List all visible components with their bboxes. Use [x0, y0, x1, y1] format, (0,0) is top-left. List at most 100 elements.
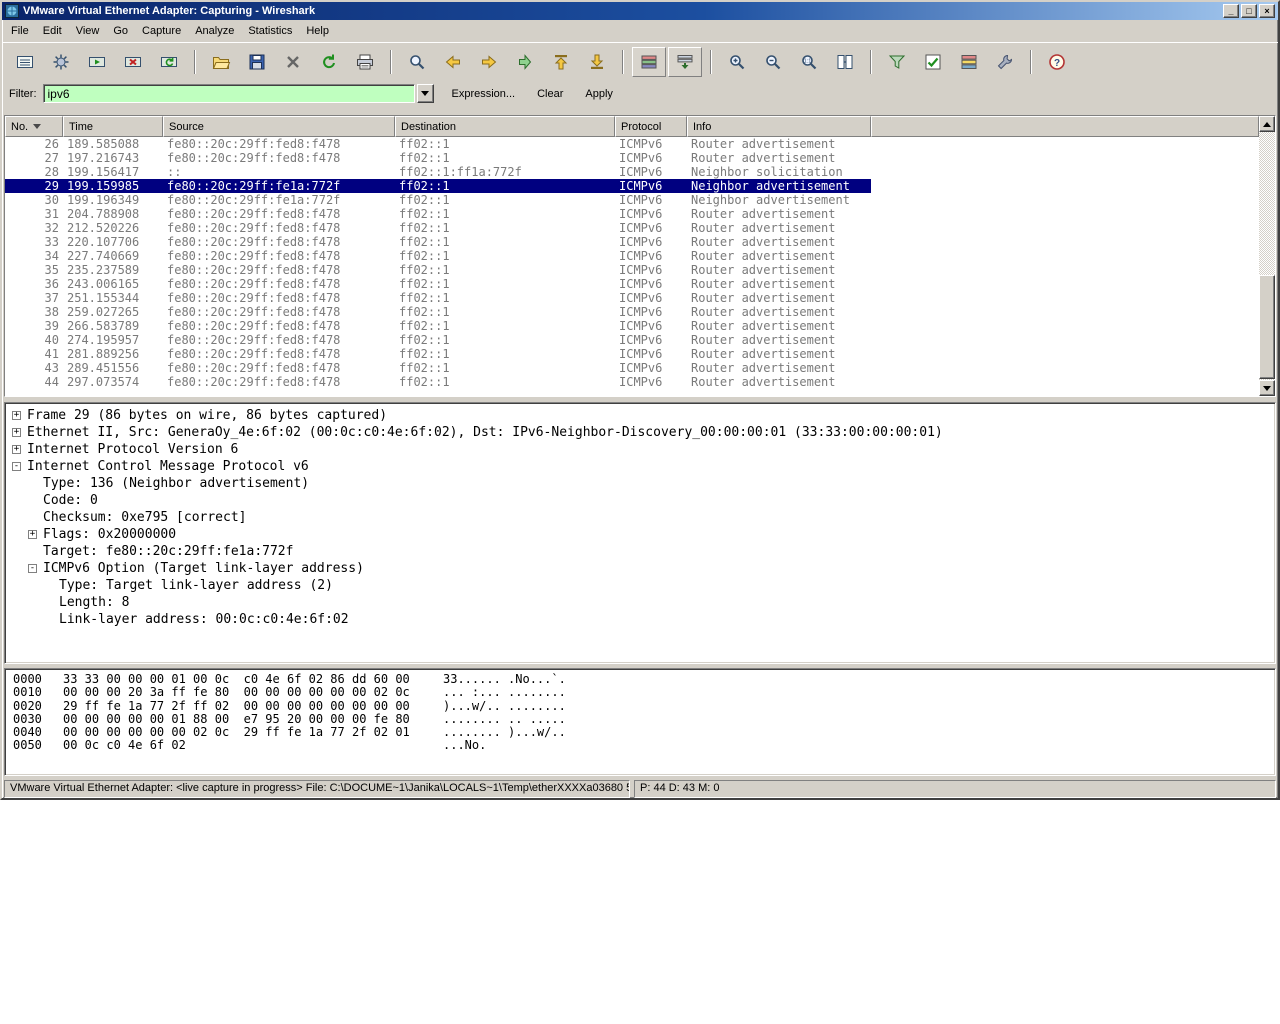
print-icon[interactable]	[348, 47, 382, 77]
detail-line[interactable]: Link-layer address: 00:0c:c0:4e:6f:02	[7, 611, 1273, 628]
detail-line[interactable]: -ICMPv6 Option (Target link-layer addres…	[7, 560, 1273, 577]
packet-row[interactable]: 41281.889256fe80::20c:29ff:fed8:f478ff02…	[5, 347, 871, 361]
goto-top-icon[interactable]	[544, 47, 578, 77]
display-filter-icon[interactable]	[916, 47, 950, 77]
scroll-down-button[interactable]	[1259, 380, 1275, 396]
packet-list-scrollbar[interactable]	[1259, 116, 1275, 396]
detail-line[interactable]: +Flags: 0x20000000	[7, 526, 1273, 543]
filter-input[interactable]	[43, 84, 415, 103]
detail-line[interactable]: +Ethernet II, Src: GeneraOy_4e:6f:02 (00…	[7, 424, 1273, 441]
packet-row[interactable]: 28199.156417::ff02::1:ff1a:772fICMPv6Nei…	[5, 165, 871, 179]
packet-row[interactable]: 40274.195957fe80::20c:29ff:fed8:f478ff02…	[5, 333, 871, 347]
column-header-info[interactable]: Info	[687, 116, 871, 137]
expand-icon[interactable]: +	[28, 530, 37, 539]
stop-capture-icon[interactable]	[116, 47, 150, 77]
packet-row[interactable]: 44297.073574fe80::20c:29ff:fed8:f478ff02…	[5, 375, 871, 389]
expand-icon[interactable]: +	[12, 445, 21, 454]
packet-row[interactable]: 34227.740669fe80::20c:29ff:fed8:f478ff02…	[5, 249, 871, 263]
detail-line[interactable]: +Internet Protocol Version 6	[7, 441, 1273, 458]
expand-icon[interactable]: +	[12, 428, 21, 437]
colorize-toggle[interactable]	[632, 47, 666, 77]
column-header-time[interactable]: Time	[63, 116, 163, 137]
menu-item-analyze[interactable]: Analyze	[188, 22, 241, 40]
hex-line[interactable]: 001000 00 00 20 3a ff fe 80 00 00 00 00 …	[13, 686, 1267, 699]
interfaces-icon[interactable]	[8, 47, 42, 77]
detail-line[interactable]: Length: 8	[7, 594, 1273, 611]
scroll-track[interactable]	[1259, 132, 1275, 380]
filter-dropdown-button[interactable]	[417, 84, 434, 103]
packet-row[interactable]: 35235.237589fe80::20c:29ff:fed8:f478ff02…	[5, 263, 871, 277]
menu-item-help[interactable]: Help	[299, 22, 336, 40]
packet-cell-source: fe80::20c:29ff:fed8:f478	[163, 319, 395, 333]
packet-row[interactable]: 30199.196349fe80::20c:29ff:fe1a:772fff02…	[5, 193, 871, 207]
minimize-button[interactable]: _	[1223, 4, 1239, 18]
menu-item-file[interactable]: File	[4, 22, 36, 40]
packet-row[interactable]: 27197.216743fe80::20c:29ff:fed8:f478ff02…	[5, 151, 871, 165]
save-as-icon[interactable]	[240, 47, 274, 77]
packet-row[interactable]: 32212.520226fe80::20c:29ff:fed8:f478ff02…	[5, 221, 871, 235]
column-header-source[interactable]: Source	[163, 116, 395, 137]
preferences-icon[interactable]	[988, 47, 1022, 77]
capture-options-icon[interactable]	[44, 47, 78, 77]
capture-filter-icon[interactable]	[880, 47, 914, 77]
packet-row[interactable]: 33220.107706fe80::20c:29ff:fed8:f478ff02…	[5, 235, 871, 249]
column-header-destination[interactable]: Destination	[395, 116, 615, 137]
goto-packet-icon[interactable]	[508, 47, 542, 77]
autoscroll-toggle[interactable]	[668, 47, 702, 77]
collapse-icon[interactable]: -	[12, 462, 21, 471]
scroll-thumb[interactable]	[1259, 275, 1275, 379]
close-capture-icon[interactable]	[276, 47, 310, 77]
restore-button[interactable]: □	[1241, 4, 1257, 18]
expression-button[interactable]: Expression...	[448, 86, 520, 102]
open-icon[interactable]	[204, 47, 238, 77]
scroll-up-button[interactable]	[1259, 116, 1275, 132]
packet-row[interactable]: 43289.451556fe80::20c:29ff:fed8:f478ff02…	[5, 361, 871, 375]
collapse-icon[interactable]: -	[28, 564, 37, 573]
zoom-out-icon[interactable]	[756, 47, 790, 77]
packet-row[interactable]: 29199.159985fe80::20c:29ff:fe1a:772fff02…	[5, 179, 871, 193]
goto-bottom-icon[interactable]	[580, 47, 614, 77]
menu-item-statistics[interactable]: Statistics	[241, 22, 299, 40]
detail-line[interactable]: +Frame 29 (86 bytes on wire, 86 bytes ca…	[7, 407, 1273, 424]
restart-capture-icon[interactable]	[152, 47, 186, 77]
menu-item-go[interactable]: Go	[106, 22, 135, 40]
forward-icon[interactable]	[472, 47, 506, 77]
packet-row[interactable]: 26189.585088fe80::20c:29ff:fed8:f478ff02…	[5, 137, 871, 151]
hex-line[interactable]: 000033 33 00 00 00 01 00 0c c0 4e 6f 02 …	[13, 673, 1267, 686]
detail-line[interactable]: Type: 136 (Neighbor advertisement)	[7, 475, 1273, 492]
find-icon[interactable]	[400, 47, 434, 77]
menu-item-view[interactable]: View	[69, 22, 107, 40]
detail-line[interactable]: Checksum: 0xe795 [correct]	[7, 509, 1273, 526]
hex-line[interactable]: 005000 0c c0 4e 6f 02...No.	[13, 739, 1267, 752]
apply-button[interactable]: Apply	[581, 86, 617, 102]
column-header-protocol[interactable]: Protocol	[615, 116, 687, 137]
packet-row[interactable]: 37251.155344fe80::20c:29ff:fed8:f478ff02…	[5, 291, 871, 305]
packet-row[interactable]: 36243.006165fe80::20c:29ff:fed8:f478ff02…	[5, 277, 871, 291]
coloring-rules-icon[interactable]	[952, 47, 986, 77]
hex-line[interactable]: 002029 ff fe 1a 77 2f ff 02 00 00 00 00 …	[13, 700, 1267, 713]
zoom-100-icon[interactable]: 1:1	[792, 47, 826, 77]
packet-row[interactable]: 31204.788908fe80::20c:29ff:fed8:f478ff02…	[5, 207, 871, 221]
packet-row[interactable]: 38259.027265fe80::20c:29ff:fed8:f478ff02…	[5, 305, 871, 319]
start-capture-icon[interactable]	[80, 47, 114, 77]
menu-item-edit[interactable]: Edit	[36, 22, 69, 40]
detail-line[interactable]: Target: fe80::20c:29ff:fe1a:772f	[7, 543, 1273, 560]
hex-line[interactable]: 003000 00 00 00 00 01 88 00 e7 95 20 00 …	[13, 713, 1267, 726]
filter-label[interactable]: Filter:	[9, 88, 37, 100]
column-header-no[interactable]: No.	[5, 116, 63, 137]
back-icon[interactable]	[436, 47, 470, 77]
titlebar[interactable]: VMware Virtual Ethernet Adapter: Capturi…	[2, 2, 1278, 20]
hex-line[interactable]: 004000 00 00 00 00 00 02 0c 29 ff fe 1a …	[13, 726, 1267, 739]
detail-line[interactable]: -Internet Control Message Protocol v6	[7, 458, 1273, 475]
reload-icon[interactable]	[312, 47, 346, 77]
detail-line[interactable]: Type: Target link-layer address (2)	[7, 577, 1273, 594]
menu-item-capture[interactable]: Capture	[135, 22, 188, 40]
expand-icon[interactable]: +	[12, 411, 21, 420]
help-icon[interactable]: ?	[1040, 47, 1074, 77]
resize-columns-icon[interactable]	[828, 47, 862, 77]
detail-line[interactable]: Code: 0	[7, 492, 1273, 509]
close-button[interactable]: ×	[1259, 4, 1275, 18]
zoom-in-icon[interactable]	[720, 47, 754, 77]
packet-row[interactable]: 39266.583789fe80::20c:29ff:fed8:f478ff02…	[5, 319, 871, 333]
clear-button[interactable]: Clear	[533, 86, 567, 102]
